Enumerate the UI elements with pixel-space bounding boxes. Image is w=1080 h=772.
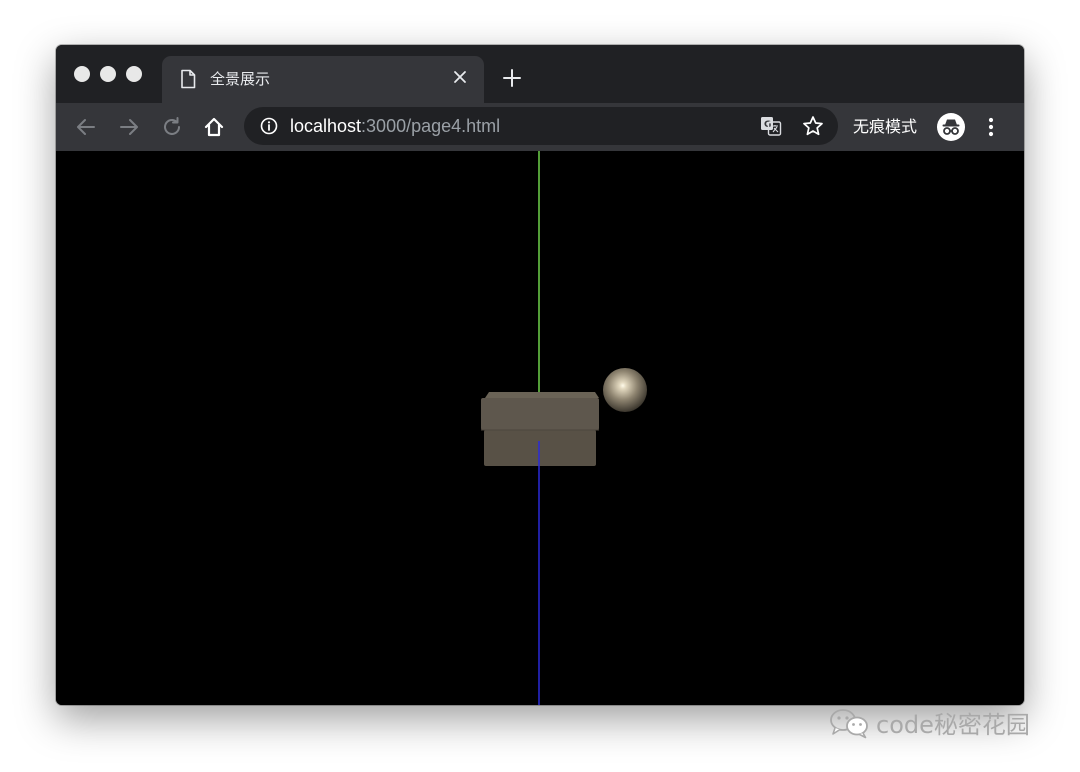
scene-svg	[481, 151, 862, 705]
tab-active[interactable]: 全景展示	[162, 56, 484, 103]
wechat-icon	[828, 707, 872, 744]
url-host: localhost	[290, 116, 362, 136]
arrow-left-icon[interactable]	[74, 115, 98, 139]
watermark: code秘密花园	[828, 708, 1030, 742]
info-icon[interactable]	[260, 117, 278, 140]
close-icon[interactable]	[453, 70, 467, 89]
incognito-icon[interactable]	[937, 113, 965, 146]
translate-icon[interactable]: G	[760, 116, 782, 141]
tab-strip: 全景展示	[56, 45, 1024, 103]
window-minimize-dot[interactable]	[100, 66, 116, 82]
incognito-label: 无痕模式	[853, 117, 918, 136]
url-text: localhost:3000/page4.html	[290, 116, 500, 136]
address-bar[interactable]: localhost:3000/page4.html G	[244, 107, 838, 145]
url-path: :3000/page4.html	[361, 116, 501, 136]
reload-icon[interactable]	[160, 115, 184, 139]
kebab-menu-icon[interactable]	[986, 115, 996, 144]
star-icon[interactable]	[802, 115, 824, 142]
plus-icon[interactable]	[502, 68, 522, 93]
tab-title: 全景展示	[210, 70, 271, 88]
toolbar: localhost:3000/page4.html G 无痕模式	[56, 103, 1024, 151]
window-zoom-dot[interactable]	[126, 66, 142, 82]
browser-window: 全景展示 localhost:3000/page4.html G 无痕模式	[56, 45, 1024, 705]
sphere-mesh	[603, 368, 647, 412]
home-icon[interactable]	[202, 115, 226, 139]
watermark-text: code秘密花园	[876, 711, 1030, 739]
page-icon	[180, 69, 196, 94]
box-mesh	[481, 392, 599, 466]
window-close-dot[interactable]	[74, 66, 90, 82]
arrow-right-icon[interactable]	[117, 115, 141, 139]
webgl-canvas[interactable]	[56, 151, 1024, 705]
